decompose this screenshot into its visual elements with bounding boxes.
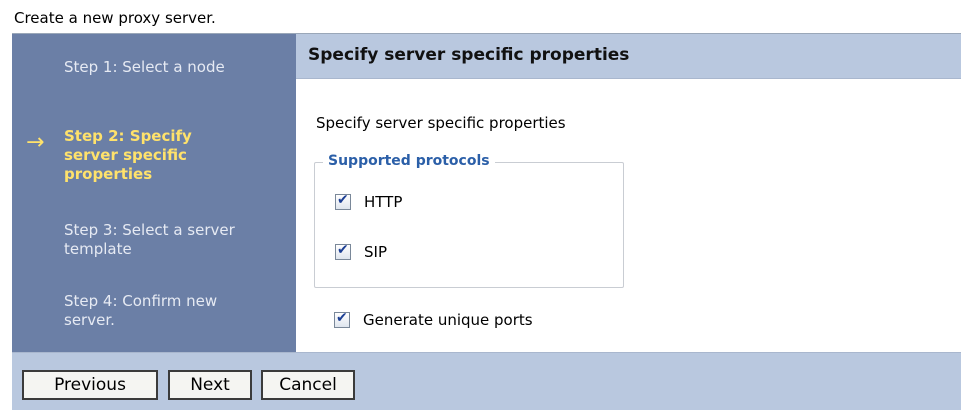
page-title: Specify server specific properties — [308, 45, 630, 65]
generate-ports-row: Generate unique ports — [334, 310, 533, 329]
step-4: Step 4: Confirm new server. — [64, 292, 218, 329]
wizard-panel: Step 1: Select a node → Step 2: Specify … — [12, 33, 961, 410]
step-1: Step 1: Select a node — [64, 58, 225, 76]
next-button[interactable]: Next — [168, 370, 252, 400]
wizard-steps-sidebar: Step 1: Select a node → Step 2: Specify … — [12, 34, 296, 352]
supported-protocols-group: Supported protocols HTTP SIP — [314, 153, 624, 288]
main-header: Specify server specific properties — [296, 34, 961, 79]
main-description: Specify server specific properties — [316, 114, 566, 132]
generate-ports-label[interactable]: Generate unique ports — [363, 311, 533, 329]
generate-ports-checkbox[interactable] — [334, 310, 350, 328]
main-content: Specify server specific properties Speci… — [296, 34, 961, 352]
supported-protocols-legend: Supported protocols — [323, 153, 495, 169]
step-2-current: Step 2: Specify server specific properti… — [64, 127, 192, 183]
step-3: Step 3: Select a server template — [64, 221, 235, 258]
sip-checkbox[interactable] — [335, 242, 351, 260]
sip-label[interactable]: SIP — [364, 243, 387, 261]
previous-button[interactable]: Previous — [22, 370, 158, 400]
page-header: Create a new proxy server. — [14, 9, 216, 27]
http-label[interactable]: HTTP — [364, 193, 402, 211]
sip-row: SIP — [335, 242, 387, 261]
right-arrow-icon: → — [26, 130, 45, 155]
http-checkbox[interactable] — [335, 192, 351, 210]
cancel-button[interactable]: Cancel — [261, 370, 355, 400]
http-row: HTTP — [335, 192, 402, 211]
button-bar: Previous Next Cancel — [12, 352, 961, 410]
